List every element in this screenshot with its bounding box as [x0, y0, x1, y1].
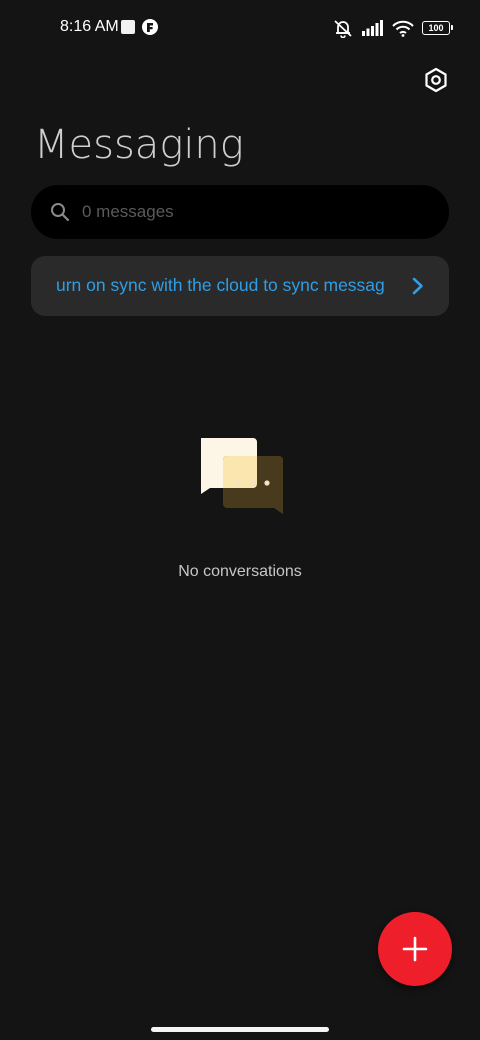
status-time: 8:16 AM: [60, 18, 119, 35]
sync-banner-text: urn on sync with the cloud to sync messa…: [57, 275, 385, 295]
sync-text-container: urn on sync with the cloud to sync messa…: [57, 256, 393, 316]
status-bar: 8:16 AM 100: [0, 0, 480, 56]
app-notification-icon: [142, 19, 158, 35]
plus-icon: [402, 936, 428, 962]
settings-hexagon-icon: [425, 67, 447, 93]
signal-icon: [362, 20, 383, 36]
settings-button[interactable]: [420, 64, 452, 96]
chevron-right-icon: [412, 277, 423, 295]
wifi-icon: [392, 20, 414, 37]
home-indicator[interactable]: [151, 1027, 329, 1032]
battery-icon: 100: [422, 21, 453, 35]
new-conversation-button[interactable]: [378, 912, 452, 986]
sync-banner[interactable]: urn on sync with the cloud to sync messa…: [31, 256, 449, 316]
search-input[interactable]: [82, 185, 422, 239]
search-bar[interactable]: [31, 185, 449, 239]
empty-state-text: No conversations: [178, 563, 302, 580]
chat-bubbles-icon: [201, 438, 283, 514]
status-icons: 100: [332, 16, 453, 40]
mute-vibrate-icon: [334, 20, 352, 38]
search-icon: [51, 203, 70, 222]
page-title: Messaging: [34, 122, 244, 168]
notification-square-icon: [121, 20, 135, 34]
